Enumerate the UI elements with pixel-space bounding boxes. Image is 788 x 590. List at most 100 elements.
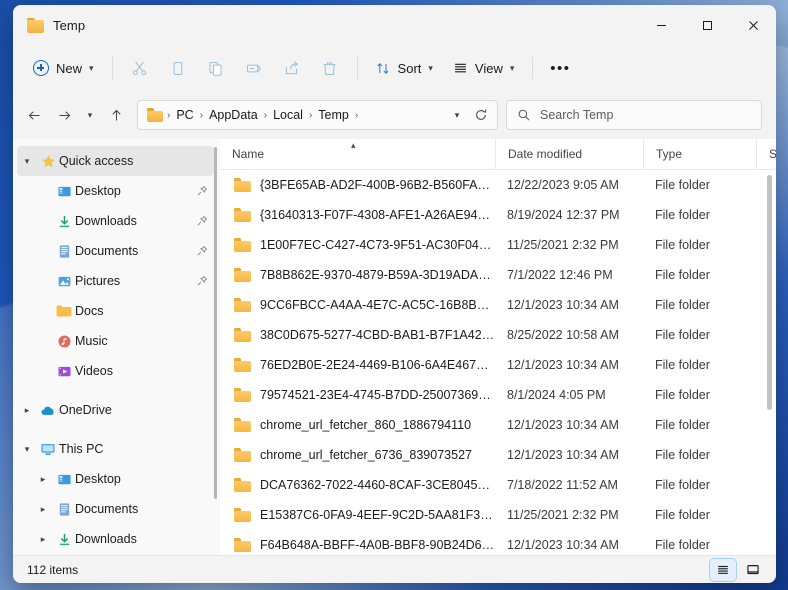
table-row[interactable]: F64B648A-BBFF-4A0B-BBF8-90B24D669F29 12/1…: [220, 530, 776, 555]
see-more-button[interactable]: •••: [542, 53, 578, 83]
view-button[interactable]: View ▾: [444, 53, 523, 83]
sidebar-item-label: Documents: [75, 502, 139, 516]
sidebar-item-desktop[interactable]: Desktop: [17, 176, 214, 206]
table-row[interactable]: {3BFE65AB-AD2F-400B-96B2-B560FA040... 12/…: [220, 170, 776, 200]
cut-button[interactable]: [122, 53, 158, 83]
folder-icon: [234, 298, 251, 312]
recent-locations-button[interactable]: ▾: [79, 100, 101, 130]
column-header-size[interactable]: Size: [756, 139, 776, 170]
delete-button[interactable]: [312, 53, 348, 83]
table-row[interactable]: 1E00F7EC-C427-4C73-9F51-AC30F04D737D 11/2…: [220, 230, 776, 260]
sidebar-item-thispc-desktop[interactable]: ▸ Desktop: [17, 464, 214, 494]
cell-date-modified: 12/1/2023 10:34 AM: [507, 448, 619, 462]
sidebar-group-label: OneDrive: [59, 403, 112, 417]
folder-icon: [53, 304, 75, 318]
thispc-icon: [37, 442, 59, 457]
maximize-button[interactable]: [684, 5, 730, 45]
sidebar-group-label: Quick access: [59, 154, 134, 168]
forward-button[interactable]: [49, 100, 79, 130]
column-header-name[interactable]: Name ▴: [220, 139, 495, 170]
cell-date-modified: 12/1/2023 10:34 AM: [507, 538, 619, 552]
file-name-label: chrome_url_fetcher_6736_839073527: [260, 448, 472, 462]
chevron-right-icon: ▸: [40, 533, 46, 544]
details-view-icon: [718, 565, 728, 574]
minimize-button[interactable]: [638, 5, 684, 45]
chevron-down-icon: ▾: [24, 155, 30, 166]
search-input[interactable]: Search Temp: [506, 100, 762, 130]
sidebar-item-thispc-documents[interactable]: ▸ Documents: [17, 494, 214, 524]
copy-button[interactable]: [160, 53, 196, 83]
column-header-label: Date modified: [508, 147, 583, 161]
refresh-button[interactable]: [469, 103, 493, 127]
table-row[interactable]: chrome_url_fetcher_860_1886794110 12/1/20…: [220, 410, 776, 440]
new-button[interactable]: New ▾: [25, 53, 103, 83]
cell-name: 76ED2B0E-2E24-4469-B106-6A4E467B5A3F: [220, 358, 495, 372]
file-list-pane: Name ▴ Date modified Type Size {3BFE65AB…: [220, 139, 776, 555]
table-row[interactable]: 7B8B862E-9370-4879-B59A-3D19ADA8DD... 7/1…: [220, 260, 776, 290]
chevron-down-icon: ▾: [428, 62, 433, 73]
breadcrumb-segment-temp[interactable]: Temp: [313, 106, 354, 124]
file-list-scrollbar[interactable]: [767, 175, 772, 410]
file-name-label: {3BFE65AB-AD2F-400B-96B2-B560FA040...: [260, 178, 495, 192]
cell-name: {3BFE65AB-AD2F-400B-96B2-B560FA040...: [220, 178, 495, 192]
sort-button[interactable]: Sort ▾: [367, 53, 442, 83]
music-icon: [53, 334, 75, 349]
view-button-label: View: [474, 60, 503, 76]
table-row[interactable]: 76ED2B0E-2E24-4469-B106-6A4E467B5A3F 12/1…: [220, 350, 776, 380]
sidebar-item-pictures[interactable]: Pictures: [17, 266, 214, 296]
back-button[interactable]: [19, 100, 49, 130]
cell-date-modified: 7/18/2022 11:52 AM: [507, 478, 618, 492]
cell-date-modified: 11/25/2021 2:32 PM: [507, 238, 619, 252]
folder-icon: [234, 418, 251, 432]
sort-ascending-icon: ▴: [351, 139, 356, 150]
pin-icon: [196, 215, 208, 227]
sidebar-group-this-pc[interactable]: ▾ This PC: [17, 434, 214, 464]
file-rows: {3BFE65AB-AD2F-400B-96B2-B560FA040... 12/…: [220, 170, 776, 555]
table-row[interactable]: 9CC6FBCC-A4AA-4E7C-AC5C-16B8B5D9... 12/1/…: [220, 290, 776, 320]
window-controls: [638, 5, 776, 45]
up-button[interactable]: [101, 100, 131, 130]
table-row[interactable]: 38C0D675-5277-4CBD-BAB1-B7F1A42FC... 8/25…: [220, 320, 776, 350]
column-header-date-modified[interactable]: Date modified: [495, 139, 643, 170]
sidebar-scrollbar[interactable]: [214, 147, 217, 499]
column-header-type[interactable]: Type: [643, 139, 756, 170]
sidebar-item-thispc-downloads[interactable]: ▸ Downloads: [17, 524, 214, 554]
star-icon: [37, 154, 59, 169]
table-row[interactable]: E15387C6-0FA9-4EEF-9C2D-5AA81F34A61E 11/2…: [220, 500, 776, 530]
table-row[interactable]: {31640313-F07F-4308-AFE1-A26AE948D7... 8/…: [220, 200, 776, 230]
sidebar-item-docs[interactable]: Docs: [17, 296, 214, 326]
cell-type: File folder: [655, 388, 710, 402]
table-row[interactable]: 79574521-23E4-4745-B7DD-25007369A0DC 8/1/…: [220, 380, 776, 410]
table-row[interactable]: chrome_url_fetcher_6736_839073527 12/1/20…: [220, 440, 776, 470]
table-row[interactable]: DCA76362-7022-4460-8CAF-3CE80459A9... 7/1…: [220, 470, 776, 500]
sidebar-item-documents[interactable]: Documents: [17, 236, 214, 266]
file-name-label: 9CC6FBCC-A4AA-4E7C-AC5C-16B8B5D9...: [260, 298, 495, 312]
share-button[interactable]: [274, 53, 310, 83]
sidebar-item-music[interactable]: Music: [17, 326, 214, 356]
breadcrumb[interactable]: › PC › AppData › Local › Temp › ▾: [137, 100, 498, 130]
file-name-label: DCA76362-7022-4460-8CAF-3CE80459A9...: [260, 478, 495, 492]
close-button[interactable]: [730, 5, 776, 45]
sidebar-item-videos[interactable]: Videos: [17, 356, 214, 386]
cell-type: File folder: [655, 298, 710, 312]
file-name-label: 1E00F7EC-C427-4C73-9F51-AC30F04D737D: [260, 238, 495, 252]
paste-button[interactable]: [198, 53, 234, 83]
breadcrumb-segment-local[interactable]: Local: [268, 106, 308, 124]
cell-name: 79574521-23E4-4745-B7DD-25007369A0DC: [220, 388, 495, 402]
details-view-button[interactable]: [709, 557, 737, 582]
cell-type: File folder: [655, 208, 710, 222]
breadcrumb-segment-appdata[interactable]: AppData: [204, 106, 263, 124]
cell-type: File folder: [655, 328, 710, 342]
large-icons-view-button[interactable]: [740, 559, 766, 581]
documents-icon: [53, 244, 75, 259]
breadcrumb-segment-pc[interactable]: PC: [171, 106, 198, 124]
chevron-right-icon: ▸: [40, 503, 46, 514]
sidebar-group-quick-access[interactable]: ▾ Quick access: [17, 146, 214, 176]
rename-button[interactable]: [236, 53, 272, 83]
chevron-down-icon: ▾: [509, 62, 515, 73]
status-bar: 112 items: [13, 555, 776, 583]
sidebar-group-onedrive[interactable]: ▸ OneDrive: [17, 395, 214, 425]
folder-icon: [234, 478, 251, 492]
breadcrumb-dropdown-button[interactable]: ▾: [445, 103, 469, 127]
sidebar-item-downloads[interactable]: Downloads: [17, 206, 214, 236]
